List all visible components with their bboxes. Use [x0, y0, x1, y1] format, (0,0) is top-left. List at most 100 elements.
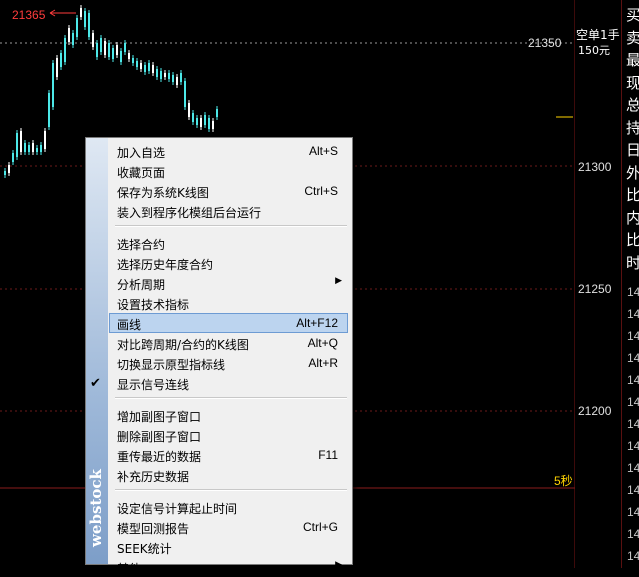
candle-body [148, 63, 150, 71]
menu-item[interactable]: 加入自选 Alt+S [109, 141, 348, 161]
candle-body [4, 171, 6, 175]
menu-item[interactable]: 装入到程序化模组后台运行 [109, 201, 348, 221]
menu-item-label: 选择合约 [117, 238, 166, 252]
candle-body [92, 33, 94, 47]
candle-body [164, 73, 166, 77]
candle-body [52, 63, 54, 107]
tick-time: 14 [627, 417, 639, 431]
candle-body [80, 8, 82, 17]
candle-body [28, 145, 30, 152]
candle-body [76, 18, 78, 37]
candle-body [104, 41, 106, 55]
candle-body [40, 145, 42, 152]
menu-item[interactable]: 切换显示原型指标线 Alt+R [109, 353, 348, 373]
menu-item[interactable]: 收藏页面 [109, 161, 348, 181]
price-level-21250: 21250 [578, 282, 612, 296]
menu-sidebar-band: webstock [86, 138, 108, 564]
candle-body [180, 73, 182, 82]
quote-field-label: 现 [626, 73, 639, 92]
menu-item[interactable]: 选择合约 [109, 233, 348, 253]
menu-item-label: 装入到程序化模组后台运行 [117, 206, 262, 220]
checkmark-icon: ✔ [90, 376, 101, 391]
menu-item-label: 模型回测报告 [117, 522, 190, 536]
candle-body [16, 133, 18, 157]
quote-field-label: 内 [626, 208, 639, 227]
candle-body [44, 131, 46, 149]
menu-separator [115, 397, 347, 399]
menu-item-shortcut: Alt+Q [307, 336, 338, 350]
candle-body [136, 61, 138, 67]
menu-item[interactable]: 模型回测报告 Ctrl+G [109, 517, 348, 537]
menu-item[interactable]: 补充历史数据 [109, 465, 348, 485]
candle-body [112, 48, 114, 59]
menu-item[interactable]: 画线 Alt+F12 [109, 313, 348, 333]
menu-item[interactable]: 选择历史年度合约 [109, 253, 348, 273]
candle-body [108, 43, 110, 57]
candle-body [196, 118, 198, 125]
candle-body [152, 65, 154, 73]
menu-item-shortcut: Ctrl+S [304, 184, 338, 198]
menu-item[interactable]: 重传最近的数据 F11 [109, 445, 348, 465]
candle-body [132, 58, 134, 63]
chart-context-menu: webstock 加入自选 Alt+S 收藏页面 保存为系统K线图 Ctrl+S 装入到程… [85, 137, 353, 576]
menu-item-label: 加入自选 [117, 146, 166, 160]
position-pnl-label: 150元 [578, 44, 610, 57]
tick-time: 14 [627, 527, 639, 541]
menu-item[interactable]: 保存为系统K线图 Ctrl+S [109, 181, 348, 201]
quote-field-label: 日 [626, 141, 639, 159]
menu-item[interactable]: 对比跨周期/合约的K线图 Alt+Q [109, 333, 348, 353]
candle-body [172, 75, 174, 82]
quote-field-label: 比 [626, 231, 639, 249]
menu-item-label: SEEK统计 [117, 542, 172, 556]
menu-item[interactable]: 删除副图子窗口 [109, 425, 348, 445]
menu-item-label: 其他 [117, 562, 142, 576]
menu-item-label: 分析周期 [117, 278, 166, 292]
candle-body [72, 33, 74, 45]
tick-time: 14 [627, 505, 639, 519]
menu-item[interactable]: 设定信号计算起止时间 [109, 497, 348, 517]
refresh-timer-label: 5秒 [554, 474, 573, 488]
tick-time: 14 [627, 373, 639, 387]
candle-body [88, 13, 90, 37]
candle-body [8, 165, 10, 173]
quote-field-label: 持 [626, 118, 639, 137]
menu-item-label: 画线 [117, 318, 142, 332]
menu-item-label: 删除副图子窗口 [117, 430, 202, 444]
candle-body [84, 11, 86, 27]
submenu-arrow-icon: ▶ [335, 276, 342, 286]
menu-separator [115, 489, 347, 491]
menu-item-shortcut: Ctrl+G [302, 520, 338, 534]
candle-body [120, 51, 122, 62]
candle-body [192, 113, 194, 122]
peak-price-label: 21365 [12, 8, 46, 22]
menu-item-label: 对比跨周期/合约的K线图 [117, 338, 249, 352]
menu-item-label: 补充历史数据 [117, 470, 190, 484]
menu-item[interactable]: ✔ 显示信号连线 [90, 373, 348, 393]
tick-time: 14 [627, 285, 639, 299]
quote-panel: 买卖最现总持日外比内比时 14 14 14 14 14 14 14 14 14 14 14 14 14 [621, 0, 639, 568]
menu-item-label: 重传最近的数据 [117, 450, 202, 464]
menu-separator [115, 225, 347, 227]
menu-item[interactable]: SEEK统计 [109, 537, 348, 557]
candle-body [140, 63, 142, 69]
candle-body [156, 69, 158, 77]
menu-item-label: 选择历史年度合约 [117, 258, 214, 272]
menu-item[interactable]: 设置技术指标 [109, 293, 348, 313]
position-label: 空单1手 [576, 28, 620, 42]
menu-item-label: 显示信号连线 [117, 378, 190, 392]
candle-body [212, 121, 214, 129]
tick-time: 14 [627, 351, 639, 365]
tick-time: 14 [627, 395, 639, 409]
menu-item[interactable]: 增加副图子窗口 [109, 405, 348, 425]
candle-body [176, 77, 178, 85]
menu-item[interactable]: 分析周期 ▶ [109, 273, 348, 293]
menu-item[interactable]: 其他 ▶ [109, 557, 348, 577]
menu-item-label: 设置技术指标 [117, 298, 190, 312]
candle-body [184, 81, 186, 107]
candle-body [200, 118, 202, 127]
candle-body [24, 143, 26, 152]
candle-body [64, 38, 66, 62]
tick-time: 14 [627, 483, 639, 497]
candle-body [100, 38, 102, 52]
price-level-21350: 21350 [528, 36, 562, 50]
